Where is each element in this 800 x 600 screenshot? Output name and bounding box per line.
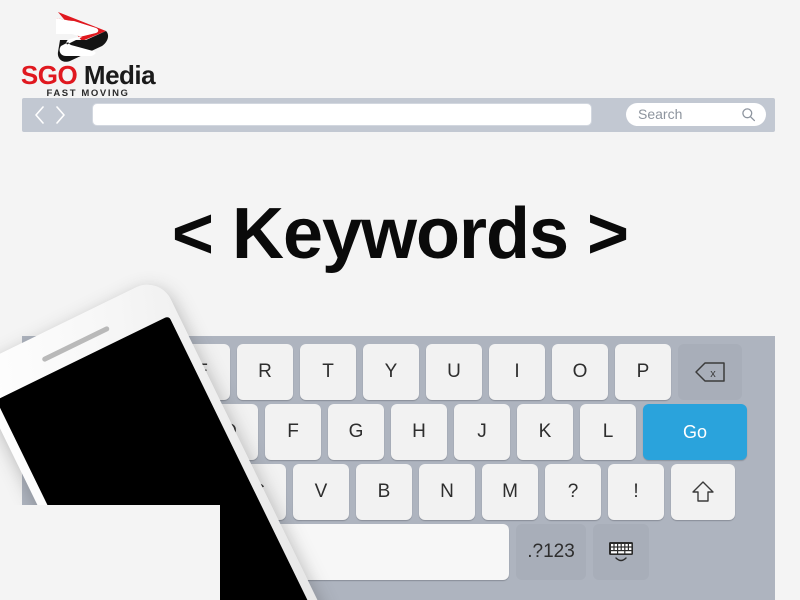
key-n[interactable]: N — [419, 464, 475, 520]
canvas-edge-mask — [0, 505, 220, 600]
key-exclamation[interactable]: ! — [608, 464, 664, 520]
hide-keyboard-icon[interactable] — [593, 524, 649, 580]
url-input[interactable] — [92, 103, 592, 126]
key-y[interactable]: Y — [363, 344, 419, 400]
search-placeholder: Search — [638, 106, 683, 122]
key-t[interactable]: T — [300, 344, 356, 400]
navigation-arrows — [34, 104, 92, 126]
key-r[interactable]: R — [237, 344, 293, 400]
key-v[interactable]: V — [293, 464, 349, 520]
key-i[interactable]: I — [489, 344, 545, 400]
numeric-toggle-right[interactable]: .?123 — [516, 524, 586, 580]
browser-toolbar: Search — [22, 98, 775, 132]
key-f[interactable]: F — [265, 404, 321, 460]
brand-wordmark: SGO Media — [18, 62, 158, 88]
key-h[interactable]: H — [391, 404, 447, 460]
page-title: < Keywords > — [171, 194, 629, 274]
brand-logo: SGO Media FAST MOVING — [18, 6, 158, 99]
key-l[interactable]: L — [580, 404, 636, 460]
chevron-left-icon[interactable] — [34, 106, 45, 124]
backspace-icon[interactable]: x — [678, 344, 742, 400]
key-b[interactable]: B — [356, 464, 412, 520]
search-input[interactable]: Search — [626, 103, 766, 126]
key-o[interactable]: O — [552, 344, 608, 400]
key-g[interactable]: G — [328, 404, 384, 460]
play-triangle-s-logo-icon — [52, 8, 110, 64]
key-p[interactable]: P — [615, 344, 671, 400]
go-button[interactable]: Go — [643, 404, 747, 460]
brand-name-part1: SGO — [20, 60, 78, 90]
key-j[interactable]: J — [454, 404, 510, 460]
svg-text:x: x — [710, 368, 716, 380]
key-m[interactable]: M — [482, 464, 538, 520]
key-question[interactable]: ? — [545, 464, 601, 520]
chevron-right-icon[interactable] — [55, 106, 66, 124]
key-k[interactable]: K — [517, 404, 573, 460]
poster-canvas: SGO Media FAST MOVING Search < Keywords … — [0, 0, 800, 600]
search-icon[interactable] — [741, 107, 756, 122]
brand-name-part2: Media — [83, 60, 156, 90]
shift-up-arrow-icon[interactable] — [671, 464, 735, 520]
key-u[interactable]: U — [426, 344, 482, 400]
